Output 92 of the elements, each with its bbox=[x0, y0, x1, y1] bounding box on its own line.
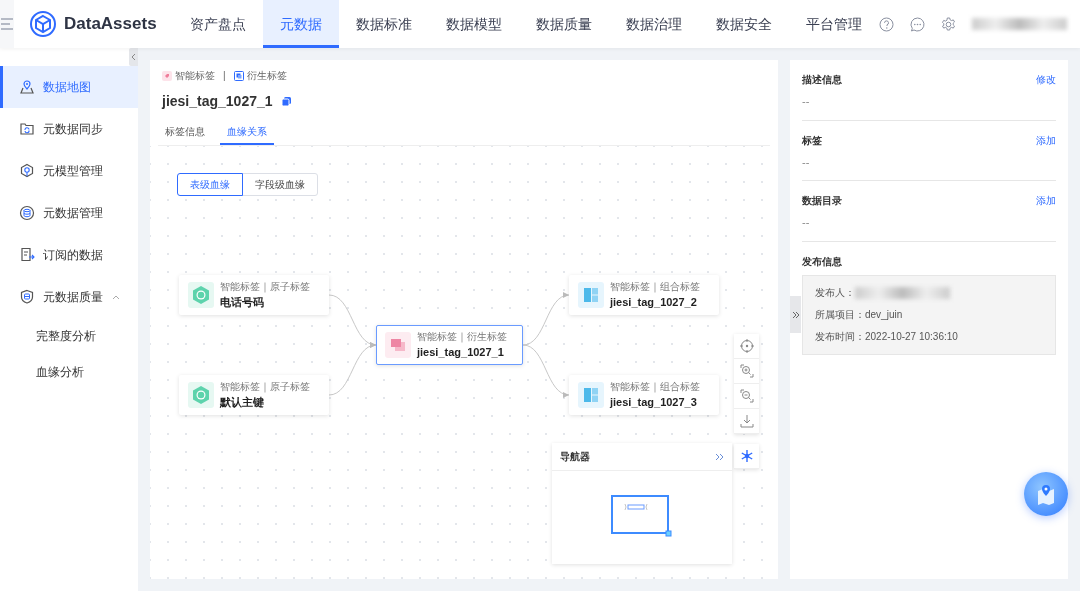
collapse-sidebar-button[interactable] bbox=[129, 48, 138, 66]
toggle-button[interactable]: 表级血缘 bbox=[177, 173, 243, 196]
publish-field: 发布时间：2022-10-27 10:36:10 bbox=[815, 329, 958, 344]
lineage-node[interactable]: 智能标签｜衍生标签 jiesi_tag_1027_1 bbox=[376, 325, 523, 365]
copy-icon[interactable] bbox=[280, 96, 292, 107]
settings-icon[interactable] bbox=[940, 16, 956, 32]
nav-tab[interactable]: 元数据 bbox=[262, 0, 339, 48]
node-name: 电话号码 bbox=[220, 295, 265, 311]
download-icon bbox=[739, 414, 754, 428]
sidebar-subitem[interactable]: 完整度分析 bbox=[0, 318, 138, 354]
map-pin-icon bbox=[1036, 483, 1056, 505]
hexagon-icon bbox=[19, 163, 35, 179]
section-title: 数据目录 bbox=[802, 194, 842, 208]
lineage-node[interactable]: 智能标签｜组合标签 jiesi_tag_1027_2 bbox=[569, 275, 719, 315]
section-link[interactable]: 添加 bbox=[1036, 132, 1056, 148]
node-name: jiesi_tag_1027_3 bbox=[610, 395, 698, 411]
tab[interactable]: 标签信息 bbox=[158, 120, 212, 145]
sidebar-item[interactable]: 元模型管理 bbox=[0, 150, 138, 192]
node-category: 智能标签｜原子标签 bbox=[220, 280, 310, 295]
separator-text: | bbox=[223, 69, 226, 83]
node-category: 智能标签｜组合标签 bbox=[610, 380, 700, 395]
sidebar-subitem[interactable]: 血缘分析 bbox=[0, 354, 138, 390]
sidebar-item[interactable]: 元数据管理 bbox=[0, 192, 138, 234]
section-title: 标签 bbox=[802, 133, 822, 148]
lineage-node[interactable]: 智能标签｜原子标签 默认主键 bbox=[179, 375, 329, 415]
sidebar-item[interactable]: 元数据同步 bbox=[0, 108, 138, 150]
lineage-node[interactable]: 智能标签｜组合标签 jiesi_tag_1027_3 bbox=[569, 375, 719, 415]
node-name: 默认主键 bbox=[220, 395, 265, 411]
layers-icon bbox=[233, 70, 244, 81]
layers-icon bbox=[385, 332, 411, 358]
edge-arrow bbox=[522, 293, 570, 346]
locate-icon bbox=[739, 339, 754, 353]
edge-arrow bbox=[328, 343, 377, 396]
edge-arrow bbox=[522, 344, 570, 397]
node-name: jiesi_tag_1027_2 bbox=[610, 295, 698, 311]
help-icon[interactable] bbox=[878, 16, 894, 32]
sidebar-item[interactable]: 数据地图 bbox=[0, 66, 138, 108]
nav-tab[interactable]: 数据标准 bbox=[338, 0, 429, 48]
database-icon bbox=[19, 205, 35, 221]
tag-title: jiesi_tag_1027_1 bbox=[162, 92, 273, 111]
zoom-out-button[interactable] bbox=[734, 384, 759, 409]
double-chevron-icon bbox=[791, 310, 800, 319]
edge-arrow bbox=[328, 294, 377, 347]
snowflake-icon bbox=[740, 450, 753, 462]
node-name: jiesi_tag_1027_1 bbox=[417, 345, 505, 361]
node-category: 智能标签｜衍生标签 bbox=[417, 330, 507, 345]
section-title: 发布信息 bbox=[802, 254, 842, 269]
double-chevron-icon[interactable] bbox=[715, 452, 724, 461]
expand-panel-button[interactable] bbox=[790, 296, 801, 333]
nav-tab[interactable]: 数据质量 bbox=[518, 0, 609, 48]
layout-icon bbox=[578, 382, 604, 408]
publish-field-label: 发布人： bbox=[815, 286, 855, 300]
download-button[interactable] bbox=[734, 409, 759, 434]
nav-tab[interactable]: 平台管理 bbox=[788, 0, 879, 48]
folder-sync-icon bbox=[19, 121, 35, 137]
map-pin-icon bbox=[19, 79, 35, 95]
zoom-out-icon bbox=[739, 389, 754, 403]
nav-tab[interactable]: 资产盘点 bbox=[172, 0, 263, 48]
node-category: 智能标签｜原子标签 bbox=[220, 380, 310, 395]
document-arrow-icon bbox=[19, 247, 35, 263]
sidebar-item[interactable]: 元数据质量 bbox=[0, 276, 138, 318]
cube-logo-icon bbox=[30, 11, 56, 37]
nav-tab[interactable]: 数据治理 bbox=[608, 0, 699, 48]
section-value: -- bbox=[802, 87, 1056, 121]
menu-button[interactable] bbox=[0, 0, 14, 48]
layout-icon bbox=[578, 282, 604, 308]
section-link[interactable]: 修改 bbox=[1036, 72, 1056, 87]
snowflake-button[interactable] bbox=[734, 444, 759, 469]
publish-field: 所属项目：dev_juin bbox=[815, 307, 903, 322]
minimap-viewport[interactable] bbox=[611, 495, 673, 537]
tag-icon bbox=[162, 70, 172, 81]
section-value: -- bbox=[802, 208, 1056, 242]
node-category: 智能标签｜组合标签 bbox=[610, 280, 700, 295]
chat-icon[interactable] bbox=[909, 16, 925, 32]
shield-icon bbox=[19, 289, 35, 305]
nav-tab[interactable]: 数据安全 bbox=[698, 0, 789, 48]
zoom-in-icon bbox=[739, 364, 754, 378]
menu-icon bbox=[0, 18, 14, 30]
tag-label: 衍生标签 bbox=[233, 68, 287, 83]
navigator-title: 导航器 bbox=[560, 450, 590, 464]
brand-name: DataAssets bbox=[64, 13, 157, 36]
tag-label: 智能标签 bbox=[162, 68, 215, 83]
section-value: -- bbox=[802, 147, 1056, 181]
section-title: 描述信息 bbox=[802, 73, 842, 87]
sidebar-item[interactable]: 订阅的数据 bbox=[0, 234, 138, 276]
nav-tab[interactable]: 数据模型 bbox=[428, 0, 519, 48]
lineage-node[interactable]: 智能标签｜原子标签 电话号码 bbox=[179, 275, 329, 315]
section-link[interactable]: 添加 bbox=[1036, 193, 1056, 208]
zoom-in-button[interactable] bbox=[734, 359, 759, 384]
chevron-left-icon bbox=[131, 53, 136, 61]
toggle-button[interactable]: 字段级血缘 bbox=[242, 173, 318, 196]
center-button[interactable] bbox=[734, 334, 759, 359]
